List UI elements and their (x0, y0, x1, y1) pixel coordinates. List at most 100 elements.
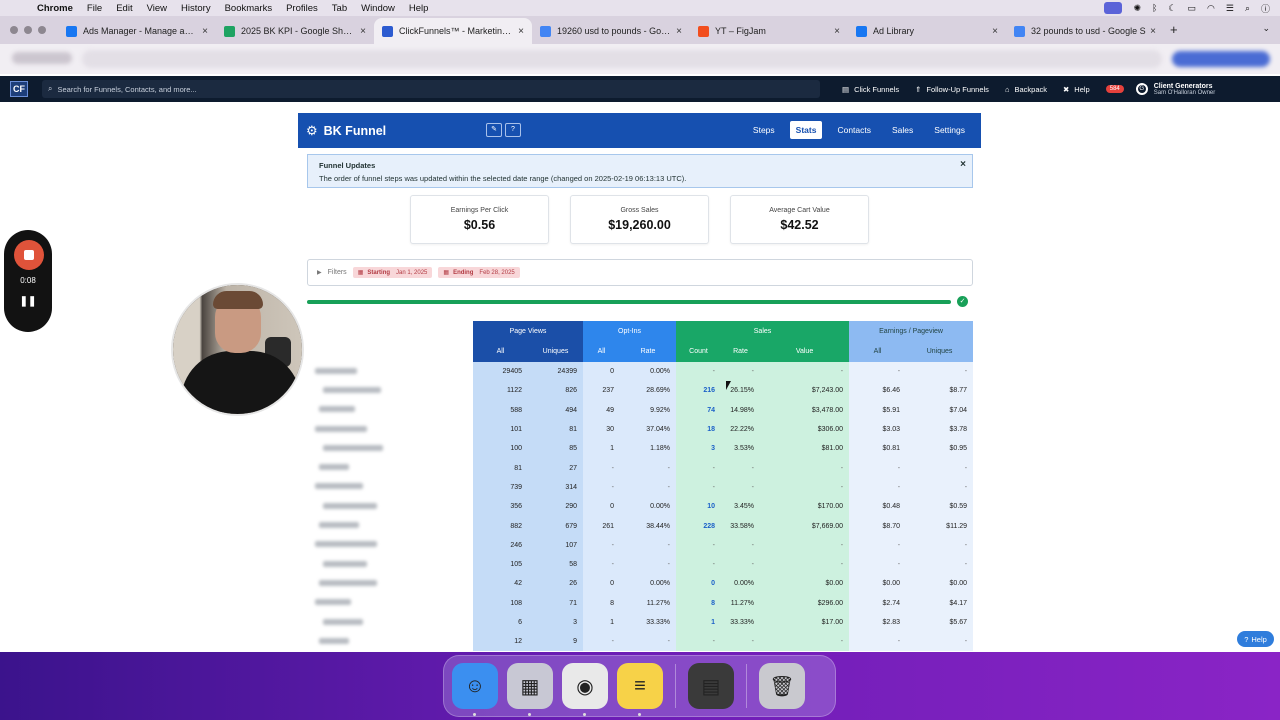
close-tab-icon[interactable]: × (992, 26, 998, 37)
trash-icon[interactable]: 🗑 (759, 663, 805, 709)
end-date-filter[interactable]: ▦ Ending Feb 28, 2025 (438, 267, 520, 278)
address-bar[interactable] (82, 50, 1162, 68)
bluetooth-icon[interactable]: ᛒ (1152, 3, 1157, 13)
account-name: Client Generators (1153, 82, 1213, 90)
control-center-icon[interactable]: ☰ (1226, 3, 1234, 14)
menu-history[interactable]: History (181, 3, 211, 14)
zoom-window-button[interactable] (38, 26, 46, 34)
close-tab-icon[interactable]: × (1150, 26, 1156, 37)
table-row[interactable]: 882 679 261 38.44% 228 33.58% $7,669.00 $8.70 $1… (307, 516, 974, 536)
profile-button[interactable] (1172, 51, 1270, 67)
funnel-help-button[interactable]: ? (505, 123, 521, 137)
table-row[interactable]: 588 494 49 9.92% 74 14.98% $3,478.00 $5.91 $7.04 (307, 400, 974, 420)
caret-right-icon[interactable]: ▶ (317, 269, 322, 276)
tab-search-button[interactable]: ⌄ (1262, 23, 1270, 34)
table-row[interactable]: 12 9- - - - - - - (307, 632, 974, 652)
table-row[interactable]: 101 81 30 37.04% 18 22.22% $306.00 $3.03 $3.78 (307, 419, 974, 440)
menu-bookmarks[interactable]: Bookmarks (225, 3, 273, 14)
table-cell[interactable]: 216 (676, 381, 722, 401)
spotlight-search-icon[interactable]: ⌕ (1245, 3, 1250, 14)
browser-tab[interactable]: 32 pounds to usd - Google S × (1006, 18, 1164, 44)
menu-tab[interactable]: Tab (332, 3, 347, 14)
funnel-tab-steps[interactable]: Steps (747, 121, 781, 139)
table-row[interactable]: 81 27- - - - - - - (307, 458, 974, 478)
notes-icon[interactable]: ≡ (617, 663, 663, 716)
menu-file[interactable]: File (87, 3, 102, 14)
browser-tab[interactable]: Ad Library × (848, 18, 1006, 44)
close-tab-icon[interactable]: × (360, 26, 366, 37)
global-search-input[interactable]: ⌕ Search for Funnels, Contacts, and more… (42, 80, 820, 98)
filters-bar[interactable]: ▶ Filters ▦ Starting Jan 1, 2025 ▦ Ending Fe… (307, 259, 973, 286)
focus-moon-icon[interactable]: ☾ (1168, 3, 1176, 14)
launchpad-icon[interactable]: ▦ (507, 663, 553, 716)
table-row[interactable]: 105 58- - - - - - - (307, 554, 974, 575)
table-row[interactable]: 29405 24399 0 0.00% - - - - - (307, 362, 974, 382)
menu-window[interactable]: Window (361, 3, 395, 14)
follow-up-funnels-link[interactable]: ⇑ Follow-Up Funnels (915, 85, 989, 94)
minimize-window-button[interactable] (24, 26, 32, 34)
navigation-buttons[interactable] (12, 52, 72, 64)
close-icon[interactable]: × (960, 159, 966, 170)
table-cell[interactable]: 8 (676, 593, 722, 613)
table-row[interactable]: 356 290 0 0.00% 10 3.45% $170.00 $0.48 $0.59 (307, 497, 974, 517)
table-cell[interactable]: 1 (676, 612, 722, 633)
info-icon[interactable]: ⓘ (1261, 2, 1270, 15)
browser-tab[interactable]: Ads Manager - Manage ads - × (58, 18, 216, 44)
close-tab-icon[interactable]: × (676, 26, 682, 37)
table-cell[interactable]: 10 (676, 497, 722, 517)
browser-tab[interactable]: 19260 usd to pounds - Googl × (532, 18, 690, 44)
table-cell[interactable]: 3 (676, 439, 722, 459)
filters-label[interactable]: Filters (328, 269, 347, 276)
help-widget-button[interactable]: ? Help (1237, 631, 1274, 647)
browser-tab[interactable]: ClickFunnels™ - Marketing Fu × (374, 18, 532, 44)
edit-funnel-button[interactable]: ✎ (486, 123, 502, 137)
close-tab-icon[interactable]: × (518, 26, 524, 37)
wifi-icon[interactable]: ◠ (1207, 3, 1215, 14)
menu-app-name[interactable]: Chrome (37, 3, 73, 14)
calculator-icon[interactable]: ▤ (688, 663, 734, 709)
chrome-icon[interactable]: ◉ (562, 663, 608, 716)
table-row[interactable]: 1122 826 237 28.69% 216 26.15% $7,243.00 $6.46 $… (307, 381, 974, 401)
funnel-tab-contacts[interactable]: Contacts (831, 121, 877, 139)
table-cell[interactable]: 18 (676, 419, 722, 440)
table-cell[interactable]: 0 (676, 574, 722, 594)
table-cell[interactable]: 228 (676, 516, 722, 536)
stop-recording-button[interactable] (14, 240, 44, 270)
menu-edit[interactable]: Edit (116, 3, 132, 14)
browser-tab[interactable]: 2025 BK KPI - Google Sheets × (216, 18, 374, 44)
clickfunnels-logo[interactable]: CF (10, 81, 28, 97)
gear-icon[interactable]: ⚙ (306, 123, 318, 139)
table-row[interactable]: 739 314- - - - - - - (307, 477, 974, 498)
close-window-button[interactable] (10, 26, 18, 34)
funnel-tab-sales[interactable]: Sales (886, 121, 919, 139)
browser-tab[interactable]: YT – FigJam × (690, 18, 848, 44)
menu-profiles[interactable]: Profiles (286, 3, 318, 14)
menu-view[interactable]: View (147, 3, 167, 14)
screen-recorder-status-icon[interactable] (1104, 2, 1123, 14)
funnel-tab-stats[interactable]: Stats (789, 121, 823, 139)
table-cell[interactable]: 74 (676, 400, 722, 420)
notification-badge[interactable]: 584 (1105, 85, 1124, 93)
webcam-bubble[interactable] (171, 283, 304, 416)
pause-icon[interactable]: ❚❚ (4, 296, 52, 307)
meta-icon (856, 25, 867, 37)
table-row[interactable]: 6 3 1 33.33% 1 33.33% $17.00 $2.83 $5.67 (307, 612, 974, 633)
help-link[interactable]: ✖ Help (1063, 85, 1090, 94)
backpack-link[interactable]: ⌂ Backpack (1005, 85, 1047, 94)
click-funnels-link[interactable]: ▤ Click Funnels (842, 85, 899, 94)
table-row[interactable]: 246 107- - - - - - - (307, 535, 974, 555)
finder-icon[interactable]: ☺ (452, 663, 498, 716)
brightness-icon[interactable]: ✺ (1133, 3, 1141, 14)
table-cell: 1 (583, 612, 620, 633)
new-tab-button[interactable]: + (1170, 22, 1178, 37)
account-menu[interactable]: G Client Generators Sam O'Halloran Owner (1135, 82, 1215, 96)
start-date-filter[interactable]: ▦ Starting Jan 1, 2025 (352, 267, 433, 278)
table-row[interactable]: 108 71 8 11.27% 8 11.27% $296.00 $2.74 $4.17 (307, 593, 974, 613)
close-tab-icon[interactable]: × (202, 26, 208, 37)
funnel-tab-settings[interactable]: Settings (928, 121, 971, 139)
battery-icon[interactable]: ▭ (1187, 3, 1196, 14)
table-row[interactable]: 42 26 0 0.00% 0 0.00% $0.00 $0.00 $0.00 (307, 574, 974, 594)
table-row[interactable]: 100 85 1 1.18% 3 3.53% $81.00 $0.81 $0.95 (307, 439, 974, 459)
close-tab-icon[interactable]: × (834, 26, 840, 37)
menu-help[interactable]: Help (409, 3, 429, 14)
